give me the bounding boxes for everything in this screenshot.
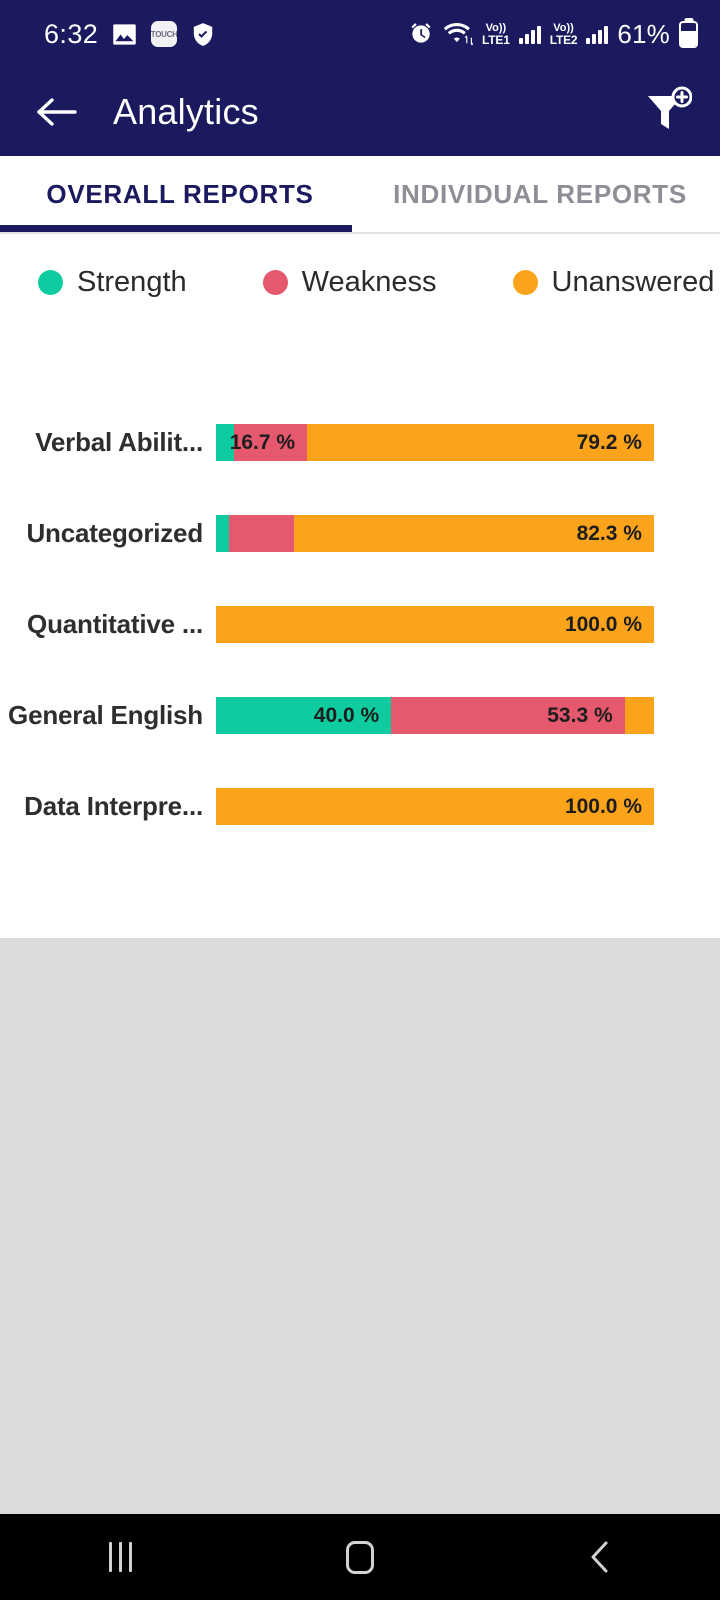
arrow-left-icon bbox=[37, 98, 77, 126]
app-badge-text: TOUCH bbox=[151, 29, 178, 39]
sim1-signal-bars-icon bbox=[518, 24, 541, 44]
touch-app-icon: TOUCH bbox=[151, 21, 178, 47]
bar-category-label: Data Interpre... bbox=[24, 791, 203, 821]
overall-reports-chart-card: Strength Weakness Unanswered Verbal Abil… bbox=[0, 234, 720, 934]
bar-segment-value: 16.7 % bbox=[229, 430, 296, 454]
legend-dot-strength-icon bbox=[38, 270, 63, 295]
bar-segment-unanswered: 82.3 % bbox=[293, 515, 654, 552]
battery-percentage: 61% bbox=[617, 18, 670, 49]
bar-track[interactable]: 100.0 % bbox=[216, 606, 654, 643]
legend-label-strength: Strength bbox=[77, 266, 187, 298]
nav-back-button[interactable] bbox=[540, 1514, 660, 1600]
bar-category-label: Quantitative ... bbox=[27, 609, 203, 639]
bar-segment-value: 100.0 % bbox=[564, 612, 642, 636]
legend-dot-unanswered-icon bbox=[512, 270, 538, 295]
filter-add-icon bbox=[648, 86, 692, 129]
bar-track[interactable]: 82.3 % bbox=[216, 515, 654, 552]
bar-row: Quantitative ... 100.0 % bbox=[0, 579, 720, 670]
tab-overall-reports-label: OVERALL REPORTS bbox=[46, 178, 314, 209]
sim2-volte-bottom: LTE2 bbox=[549, 32, 578, 47]
legend-label-unanswered: Unanswered bbox=[551, 266, 715, 298]
bar-segment-unanswered: 100.0 % bbox=[216, 606, 654, 643]
report-tabs: OVERALL REPORTS INDIVIDUAL REPORTS bbox=[0, 156, 720, 234]
sim1-volte-top: Vo)) bbox=[485, 21, 507, 34]
bar-segment-value: 82.3 % bbox=[576, 521, 642, 545]
recents-button[interactable] bbox=[60, 1514, 180, 1600]
bar-row: Uncategorized 82.3 % bbox=[0, 488, 720, 579]
bar-row: Data Interpre... 100.0 % bbox=[0, 761, 720, 852]
sim1-volte-icon: Vo)) LTE1 bbox=[482, 21, 510, 47]
bar-track[interactable]: 40.0 % 53.3 % bbox=[216, 697, 654, 734]
home-icon bbox=[346, 1540, 374, 1574]
legend-label-weakness: Weakness bbox=[301, 266, 437, 298]
sim2-volte-icon: Vo)) LTE2 bbox=[549, 21, 578, 47]
bar-category-label: Uncategorized bbox=[26, 518, 203, 548]
alarm-icon bbox=[411, 23, 431, 43]
back-button[interactable] bbox=[30, 85, 84, 139]
sim2-signal-bars-icon bbox=[586, 24, 609, 44]
status-time: 6:32 bbox=[44, 18, 99, 49]
bar-segment-value: 100.0 % bbox=[564, 794, 642, 818]
bar-segment-weakness bbox=[229, 515, 294, 552]
bar-track[interactable]: 16.7 % 79.2 % bbox=[216, 424, 654, 461]
nav-back-icon bbox=[591, 1541, 608, 1573]
legend-item-unanswered: Unanswered bbox=[512, 266, 715, 299]
android-nav-bar bbox=[0, 1514, 720, 1600]
bar-segment-weakness: 53.3 % bbox=[391, 697, 625, 734]
sim2-volte-top: Vo)) bbox=[553, 21, 574, 34]
legend-item-strength: Strength bbox=[38, 266, 187, 299]
bar-segment-strength bbox=[216, 515, 230, 552]
bar-segment-value: 79.2 % bbox=[576, 430, 642, 454]
legend-item-weakness: Weakness bbox=[262, 266, 437, 299]
legend-dot-weakness-icon bbox=[262, 270, 288, 295]
bar-row: General English 40.0 % 53.3 % bbox=[0, 670, 720, 761]
bar-category-label: Verbal Abilit... bbox=[35, 427, 203, 457]
status-bar-left: 6:32 TOUCH bbox=[44, 19, 216, 50]
tab-overall-reports[interactable]: OVERALL REPORTS bbox=[0, 156, 360, 232]
filter-button[interactable] bbox=[638, 84, 694, 140]
bar-segment-unanswered bbox=[624, 697, 654, 734]
app-bar: Analytics bbox=[0, 68, 720, 156]
bar-segment-unanswered: 100.0 % bbox=[216, 788, 654, 825]
empty-content-area bbox=[0, 938, 720, 1514]
recents-icon bbox=[108, 1542, 132, 1572]
bar-segment-unanswered: 79.2 % bbox=[307, 424, 654, 461]
battery-icon bbox=[679, 20, 698, 48]
chart-legend: Strength Weakness Unanswered bbox=[0, 234, 720, 299]
bar-category-label: General English bbox=[8, 700, 203, 730]
bar-track[interactable]: 100.0 % bbox=[216, 788, 654, 825]
bar-segment-value: 53.3 % bbox=[547, 703, 613, 727]
home-button[interactable] bbox=[300, 1514, 420, 1600]
wifi-icon bbox=[443, 23, 474, 46]
bar-segment-strength: 40.0 % bbox=[216, 697, 392, 734]
tab-individual-reports[interactable]: INDIVIDUAL REPORTS bbox=[360, 156, 720, 232]
photo-icon bbox=[113, 23, 136, 45]
status-bar-right: Vo)) LTE1 Vo)) LTE2 61% bbox=[408, 19, 698, 50]
shield-check-icon bbox=[193, 22, 213, 46]
status-bar: 6:32 TOUCH Vo)) LTE1 Vo)) LTE2 61% bbox=[0, 0, 720, 68]
tab-individual-reports-label: INDIVIDUAL REPORTS bbox=[393, 178, 687, 209]
active-tab-indicator bbox=[0, 225, 352, 232]
bar-row: Verbal Abilit... 16.7 % 79.2 % bbox=[0, 397, 720, 488]
sim1-volte-bottom: LTE1 bbox=[482, 32, 510, 47]
page-title: Analytics bbox=[113, 91, 259, 132]
bar-segment-value: 40.0 % bbox=[313, 703, 380, 727]
bar-segment-weakness: 16.7 % bbox=[230, 424, 308, 461]
stacked-bar-chart: Verbal Abilit... 16.7 % 79.2 % Uncategorize… bbox=[0, 397, 720, 852]
